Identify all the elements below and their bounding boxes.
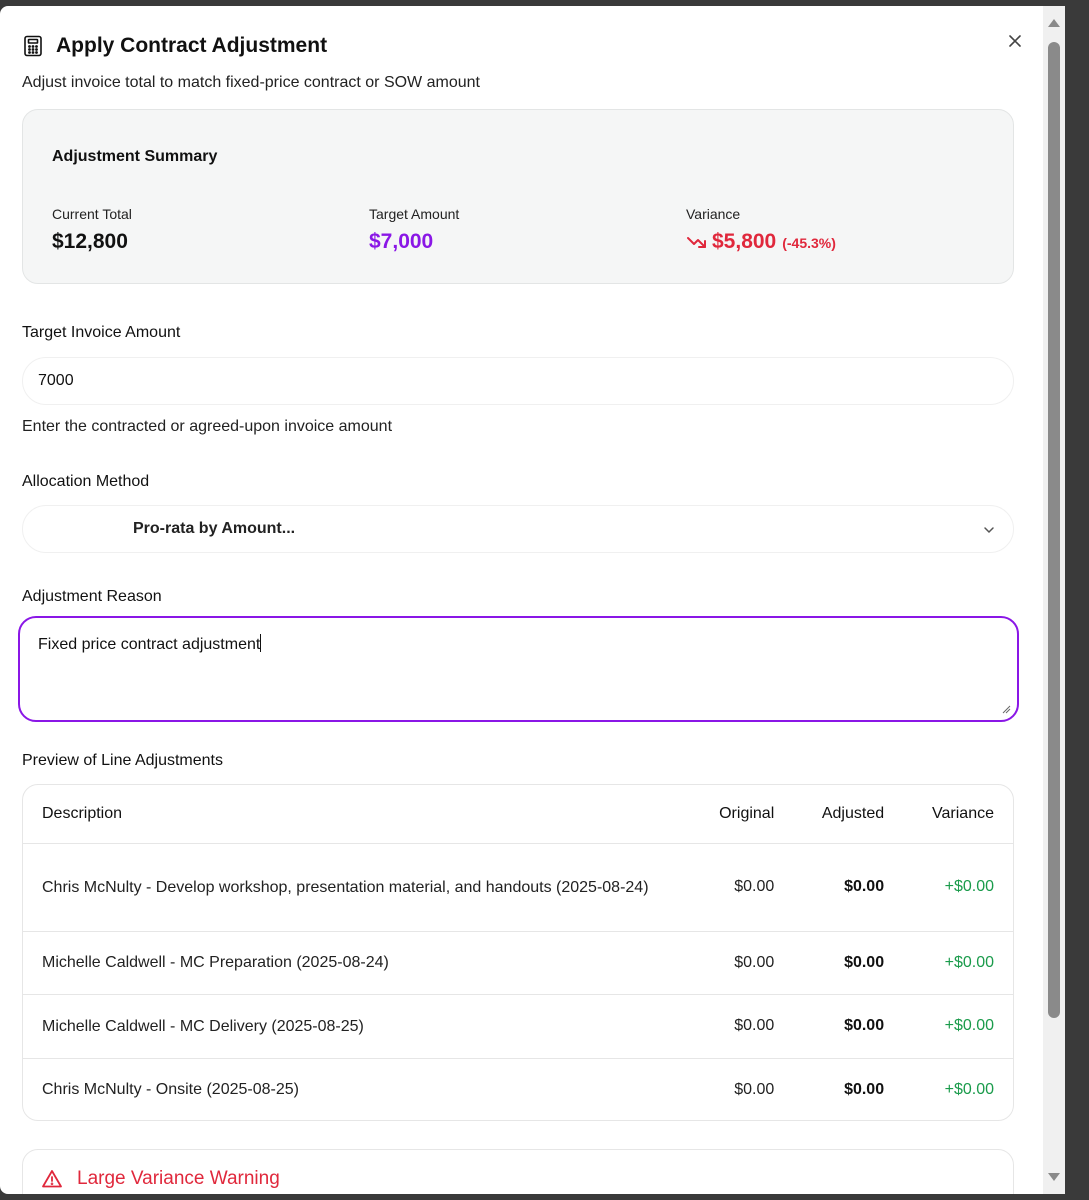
row-variance: +$0.00 (884, 931, 1013, 995)
row-description: Chris McNulty - Develop workshop, presen… (23, 843, 682, 932)
target-invoice-amount-label: Target Invoice Amount (22, 324, 181, 341)
target-invoice-amount-input[interactable]: 7000 (22, 357, 1014, 405)
table-row: Chris McNulty - Develop workshop, presen… (23, 843, 1013, 932)
variance-value-row: $5,800 (-45.3%) (686, 230, 836, 254)
line-adjustments-table: Description Original Adjusted Variance C… (22, 784, 1014, 1121)
current-total-value: $12,800 (52, 230, 128, 253)
column-header-variance: Variance (884, 785, 1013, 844)
dialog-header: Apply Contract Adjustment (22, 34, 327, 58)
row-original: $0.00 (734, 1080, 775, 1098)
warning-triangle-icon (41, 1168, 63, 1190)
trending-down-icon (686, 234, 708, 250)
row-variance: +$0.00 (884, 994, 1013, 1059)
vertical-scrollbar[interactable] (1043, 6, 1065, 1194)
target-amount-label: Target Amount (369, 206, 460, 222)
adjustment-reason-label: Adjustment Reason (22, 588, 162, 605)
dialog-title: Apply Contract Adjustment (56, 34, 328, 57)
row-adjusted: $0.00 (774, 931, 885, 995)
summary-heading: Adjustment Summary (52, 148, 218, 165)
current-total-label: Current Total (52, 206, 132, 222)
column-header-description: Description (23, 785, 682, 844)
row-description: Michelle Caldwell - MC Delivery (2025-08… (23, 994, 682, 1059)
close-button[interactable] (1004, 30, 1026, 52)
close-icon (1008, 34, 1022, 48)
variance-percent: (-45.3%) (782, 235, 836, 251)
row-original: $0.00 (681, 931, 775, 995)
table-row: Michelle Caldwell - MC Delivery (2025-08… (23, 994, 1013, 1059)
row-original: $0.00 (681, 994, 775, 1059)
adjustment-summary-card: Adjustment Summary Current Total $12,800… (22, 109, 1014, 284)
row-variance: +$0.00 (884, 843, 1013, 932)
scroll-down-arrow-icon[interactable] (1047, 1170, 1061, 1184)
table-header-row: Description Original Adjusted Variance (23, 785, 1013, 844)
scrollbar-thumb[interactable] (1048, 42, 1060, 1018)
warning-title: Large Variance Warning (77, 1168, 280, 1189)
dialog-subtitle: Adjust invoice total to match fixed-pric… (22, 74, 480, 91)
variance-label: Variance (686, 206, 741, 222)
target-amount-stat: Target Amount $7,000 (369, 206, 459, 254)
target-amount-helper: Enter the contracted or agreed-upon invo… (22, 418, 393, 435)
row-adjusted: $0.00 (774, 843, 885, 932)
chevron-down-icon (981, 522, 997, 538)
table-row: Chris McNulty - Onsite (2025-08-25) $0.0… (23, 1058, 1013, 1120)
row-adjusted: $0.00 (844, 1080, 885, 1098)
scroll-up-arrow-icon[interactable] (1047, 16, 1061, 30)
large-variance-warning: Large Variance Warning (22, 1149, 1014, 1194)
adjustment-reason-text: Fixed price contract adjustment (38, 636, 261, 653)
text-caret (260, 634, 262, 652)
contract-adjustment-dialog: Apply Contract Adjustment Adjust invoice… (0, 6, 1043, 1194)
allocation-method-select[interactable]: Pro-rata by Amount... (22, 505, 1014, 553)
allocation-method-value: Pro-rata by Amount... (133, 520, 296, 537)
resize-handle-icon[interactable] (1001, 704, 1011, 714)
current-total-stat: Current Total $12,800 (52, 206, 132, 254)
allocation-method-label: Allocation Method (22, 473, 150, 490)
row-original: $0.00 (681, 843, 775, 932)
row-adjusted: $0.00 (774, 994, 885, 1059)
preview-title: Preview of Line Adjustments (22, 752, 223, 769)
row-description: Michelle Caldwell - MC Preparation (2025… (23, 931, 682, 995)
column-header-adjusted: Adjusted (774, 785, 885, 844)
adjustment-reason-textarea[interactable]: Fixed price contract adjustment (18, 616, 1019, 722)
row-description: Chris McNulty - Onsite (2025-08-25) (42, 1081, 299, 1099)
variance-stat: Variance $5,800 (-45.3%) (686, 206, 836, 254)
column-header-original: Original (681, 785, 775, 844)
target-amount-value: $7,000 (369, 230, 434, 253)
calculator-icon (22, 35, 44, 57)
table-row: Michelle Caldwell - MC Preparation (2025… (23, 931, 1013, 995)
row-variance: +$0.00 (944, 1080, 994, 1098)
variance-value: $5,800 (712, 230, 777, 253)
